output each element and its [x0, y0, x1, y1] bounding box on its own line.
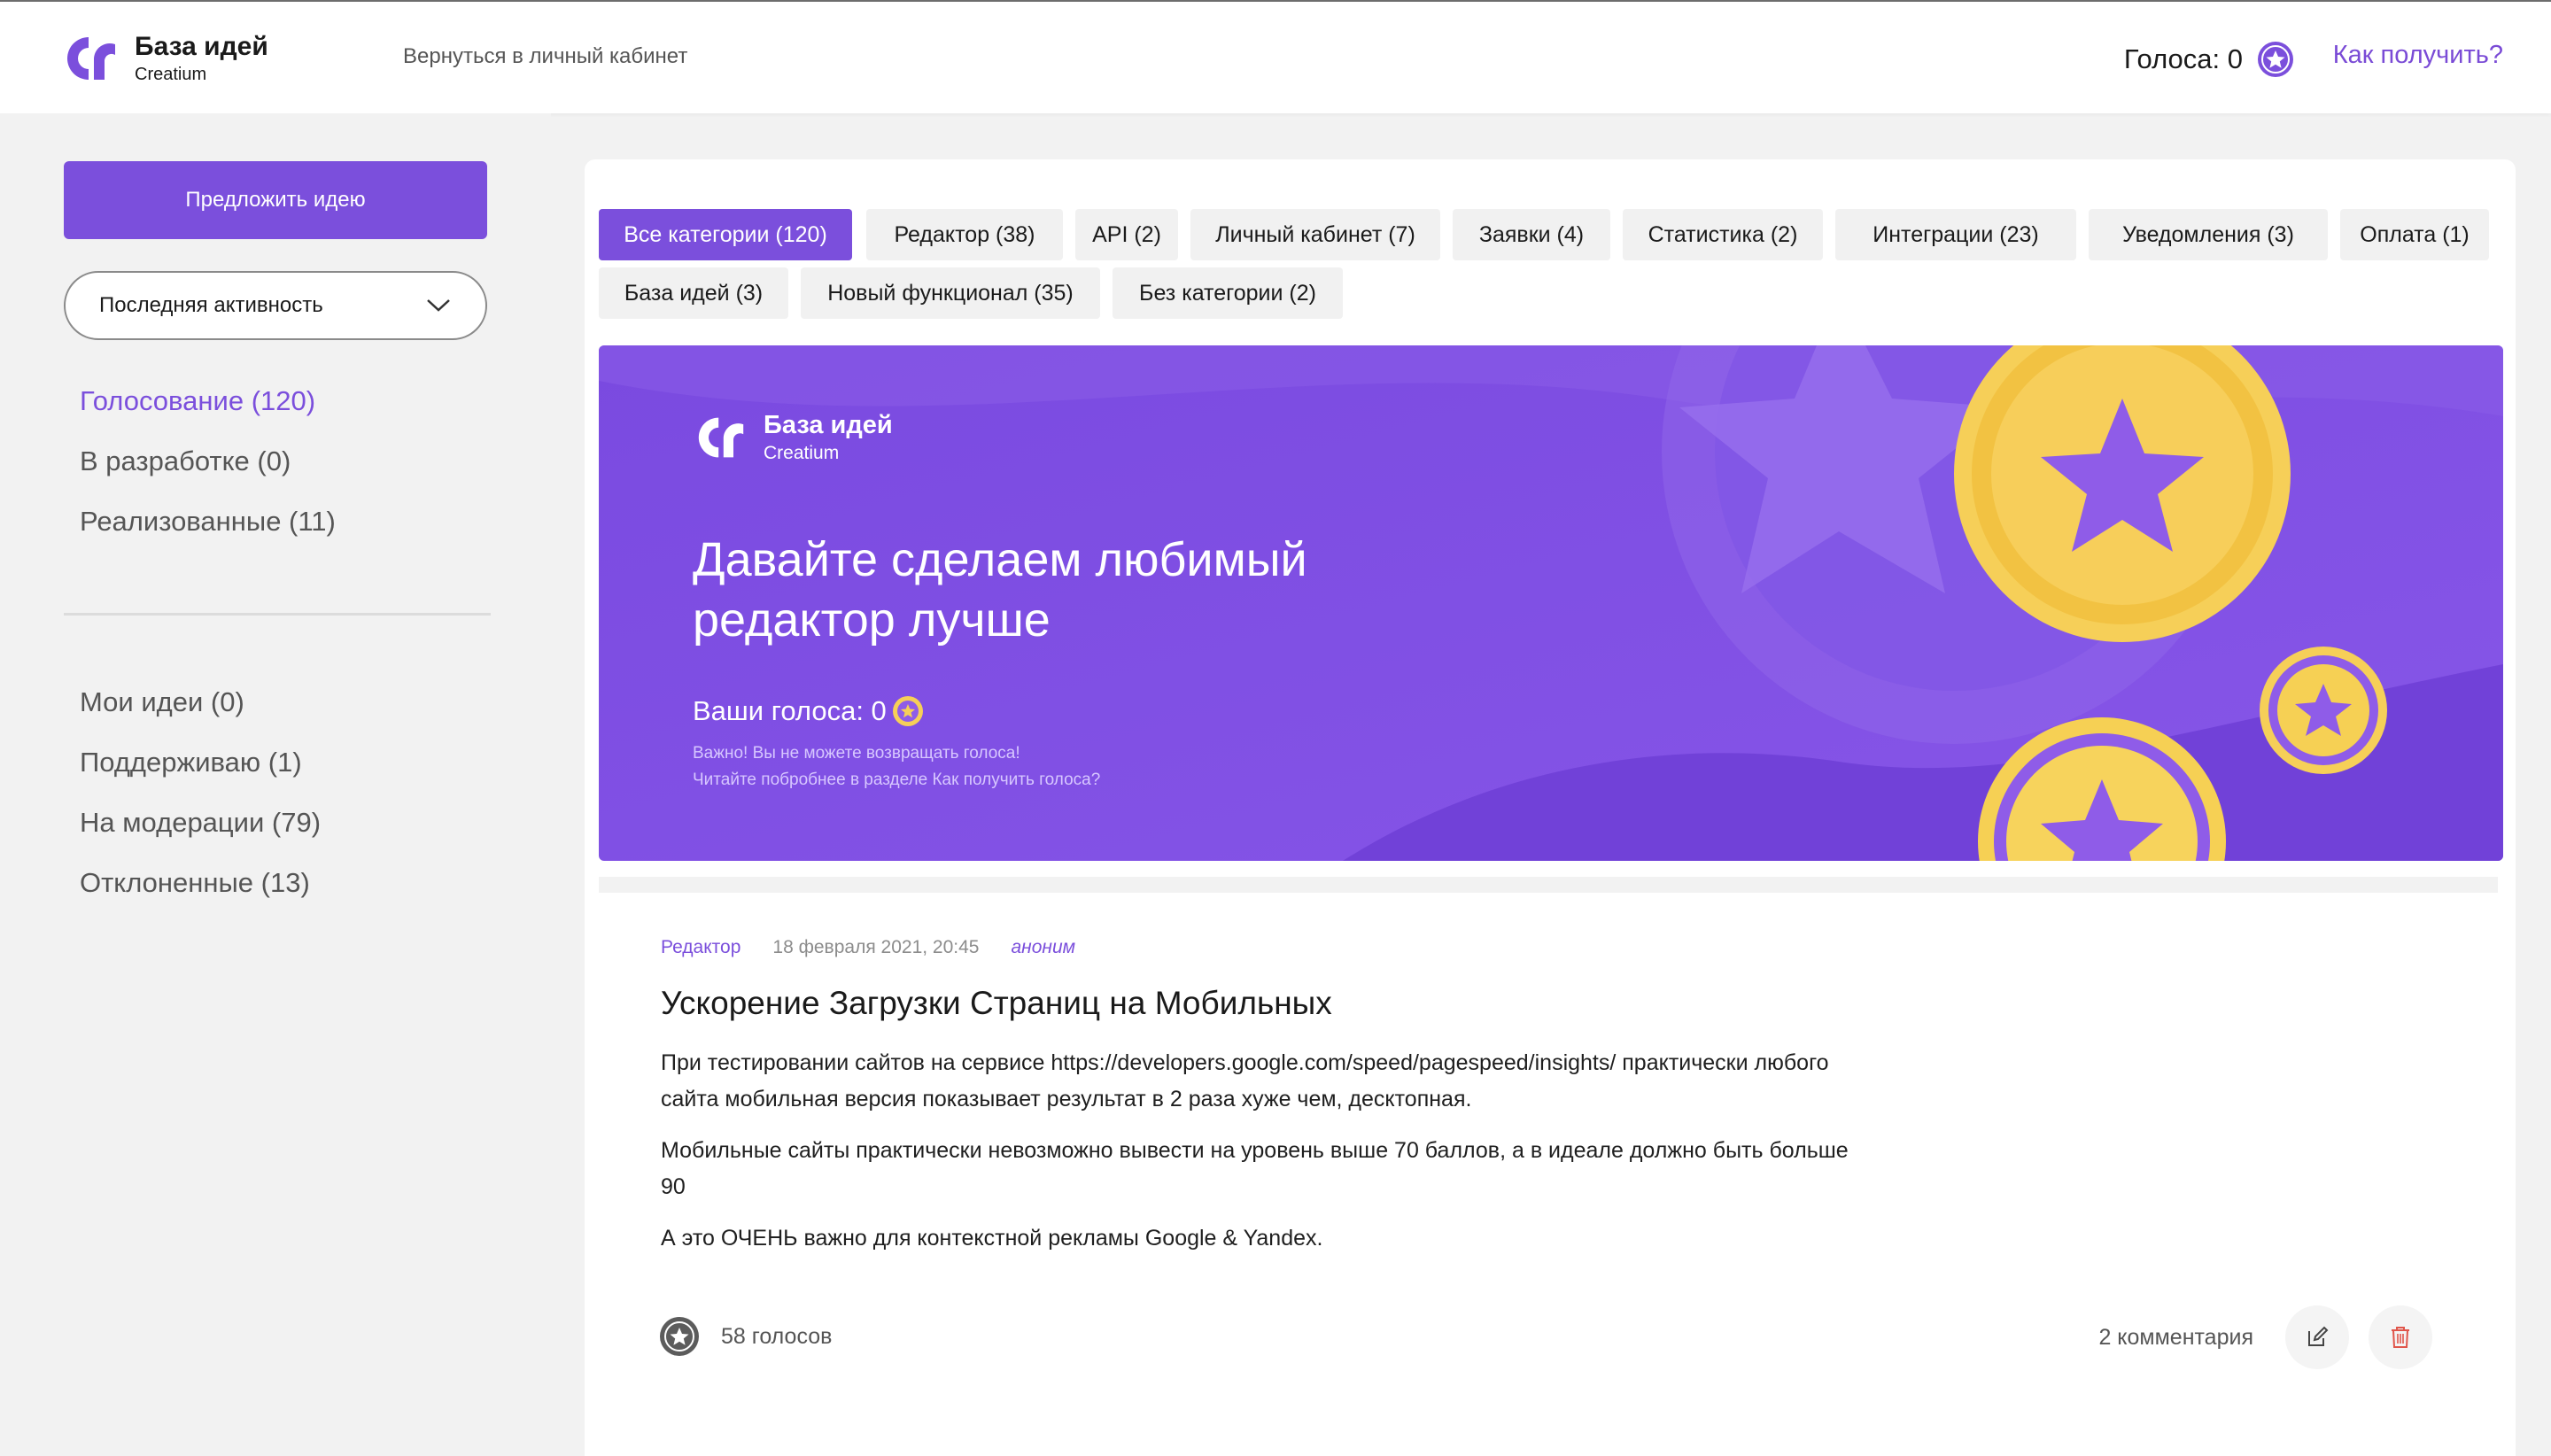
idea-author: аноним: [1011, 937, 1076, 957]
banner-note-line[interactable]: Читайте побробнее в разделе Как получить…: [693, 767, 1100, 794]
logo-title: База идей: [135, 32, 268, 61]
vote-area: 58 голосов: [659, 1316, 832, 1357]
idea-paragraph: А это ОЧЕНЬ важно для контекстной реклам…: [661, 1226, 1323, 1251]
sidebar: Предложить идею Последняя активность Гол…: [0, 113, 551, 1456]
sort-select-value: Последняя активность: [99, 293, 323, 317]
sidebar-item-my-ideas[interactable]: Мои идеи (0): [80, 680, 321, 740]
category-tab[interactable]: API (2): [1075, 209, 1178, 260]
star-coin-icon: [892, 696, 923, 726]
idea-date: 18 февраля 2021, 20:45: [772, 937, 980, 957]
category-tab[interactable]: Без категории (2): [1113, 267, 1343, 319]
star-coin-icon: [2260, 647, 2387, 774]
category-tab[interactable]: Все категории (120): [599, 209, 852, 260]
edit-icon: [2308, 1326, 2329, 1346]
back-to-cabinet-link[interactable]: Вернуться в личный кабинет: [403, 44, 687, 69]
logo-icon: [67, 37, 115, 80]
banner-votes: Ваши голоса: 0: [693, 695, 924, 727]
status-filter-list: Голосование (120) В разработке (0) Реали…: [80, 379, 336, 560]
banner-logo-subtitle: Creatium: [764, 443, 840, 463]
banner-note-line: Важно! Вы не можете возвращать голоса!: [693, 744, 1020, 763]
idea-paragraph: При тестировании сайтов на сервисе https…: [661, 1050, 1829, 1111]
banner-title-line: редактор лучше: [693, 593, 1051, 647]
sidebar-item-supporting[interactable]: Поддерживаю (1): [80, 740, 321, 801]
sidebar-divider: [64, 613, 491, 616]
category-tab[interactable]: Новый функционал (35): [801, 267, 1100, 319]
logo-subtitle: Creatium: [135, 65, 207, 84]
logo[interactable]: База идей Creatium: [62, 32, 268, 85]
banner-title-line: Давайте сделаем любимый: [693, 533, 1307, 586]
edit-button[interactable]: [2285, 1305, 2349, 1369]
idea-meta: Редактор 18 февраля 2021, 20:45 аноним: [661, 937, 1075, 958]
vote-count: 58 голосов: [721, 1323, 833, 1349]
promo-banner: База идей Creatium Давайте сделаем любим…: [599, 345, 2503, 861]
vote-star-icon[interactable]: [659, 1316, 700, 1357]
idea-card: Редактор 18 февраля 2021, 20:45 аноним У…: [599, 877, 2498, 1408]
category-tab[interactable]: Заявки (4): [1453, 209, 1610, 260]
banner-title: Давайте сделаем любимый редактор лучше: [693, 530, 1490, 650]
category-tab[interactable]: Личный кабинет (7): [1190, 209, 1440, 260]
trash-icon: [2392, 1327, 2409, 1348]
my-ideas-list: Мои идеи (0) Поддерживаю (1) На модераци…: [80, 680, 321, 921]
logo-icon: [698, 417, 744, 458]
delete-button[interactable]: [2369, 1305, 2432, 1369]
sidebar-item-in-development[interactable]: В разработке (0): [80, 439, 336, 500]
idea-paragraph: Мобильные сайты практически невозможно в…: [661, 1138, 1849, 1199]
next-idea-card: [599, 1426, 2498, 1456]
banner-logo: База идей Creatium: [693, 413, 893, 462]
comments-link[interactable]: 2 комментария: [2098, 1325, 2253, 1351]
sidebar-item-moderation[interactable]: На модерации (79): [80, 801, 321, 861]
votes-counter: Голоса: 0: [2124, 41, 2294, 78]
main-content: Все категории (120) Редактор (38) API (2…: [585, 159, 2516, 1456]
sidebar-item-voting[interactable]: Голосование (120): [80, 379, 336, 439]
category-tab[interactable]: Статистика (2): [1623, 209, 1823, 260]
how-to-get-link[interactable]: Как получить?: [2333, 41, 2503, 70]
category-tab[interactable]: Интеграции (23): [1835, 209, 2076, 260]
sidebar-item-implemented[interactable]: Реализованные (11): [80, 500, 336, 560]
sidebar-item-rejected[interactable]: Отклоненные (13): [80, 861, 321, 921]
sort-select[interactable]: Последняя активность: [64, 271, 487, 340]
banner-note: Важно! Вы не можете возвращать голоса! Ч…: [693, 740, 1100, 794]
category-tab[interactable]: Редактор (38): [866, 209, 1063, 260]
top-bar: База идей Creatium Вернуться в личный ка…: [0, 0, 2551, 113]
chevron-down-icon: [427, 299, 450, 312]
banner-votes-label: Ваши голоса: 0: [693, 695, 887, 726]
category-tab[interactable]: Уведомления (3): [2089, 209, 2328, 260]
category-tab[interactable]: Оплата (1): [2340, 209, 2489, 260]
star-coin-icon: [2258, 42, 2293, 77]
propose-idea-button[interactable]: Предложить идею: [64, 161, 487, 239]
category-tab[interactable]: База идей (3): [599, 267, 788, 319]
idea-category-link[interactable]: Редактор: [661, 937, 740, 958]
banner-logo-title: База идей: [764, 411, 893, 439]
idea-title[interactable]: Ускорение Загрузки Страниц на Мобильных: [661, 985, 1332, 1022]
votes-label: Голоса: 0: [2123, 43, 2243, 74]
idea-body: При тестировании сайтов на сервисе https…: [661, 1045, 1874, 1272]
